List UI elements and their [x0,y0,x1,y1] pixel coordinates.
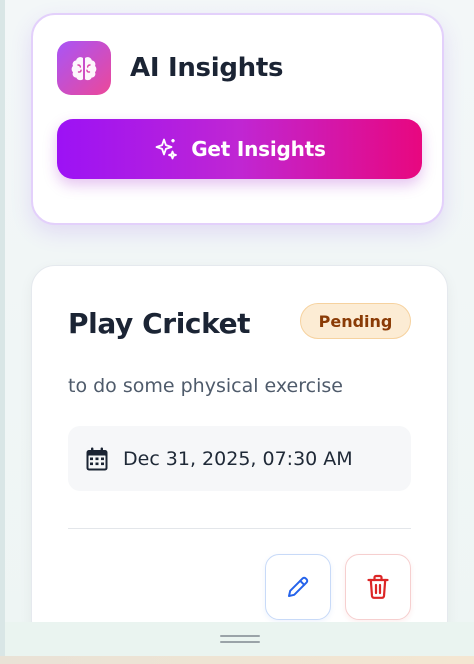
task-datetime: Dec 31, 2025, 07:30 AM [68,426,411,491]
delete-button[interactable] [345,554,411,620]
sparkles-icon [153,136,179,162]
bottom-sheet-strip[interactable] [5,622,474,656]
task-card: Play Cricket Pending to do some physical… [31,265,448,645]
ai-insights-card: AI Insights Get Insights [31,13,444,225]
brain-icon [57,41,111,95]
calendar-icon [85,447,109,471]
divider [68,528,411,529]
edit-button[interactable] [265,554,331,620]
status-badge: Pending [300,303,411,339]
task-description: to do some physical exercise [68,375,343,397]
pencil-icon [285,574,311,600]
trash-icon [366,574,390,600]
get-insights-label: Get Insights [191,137,326,161]
task-title: Play Cricket [68,307,251,340]
drag-handle-icon[interactable] [219,635,260,643]
datetime-text: Dec 31, 2025, 07:30 AM [123,447,353,470]
bottom-edge [0,656,474,664]
get-insights-button[interactable]: Get Insights [57,119,422,179]
ai-insights-title: AI Insights [130,53,284,83]
